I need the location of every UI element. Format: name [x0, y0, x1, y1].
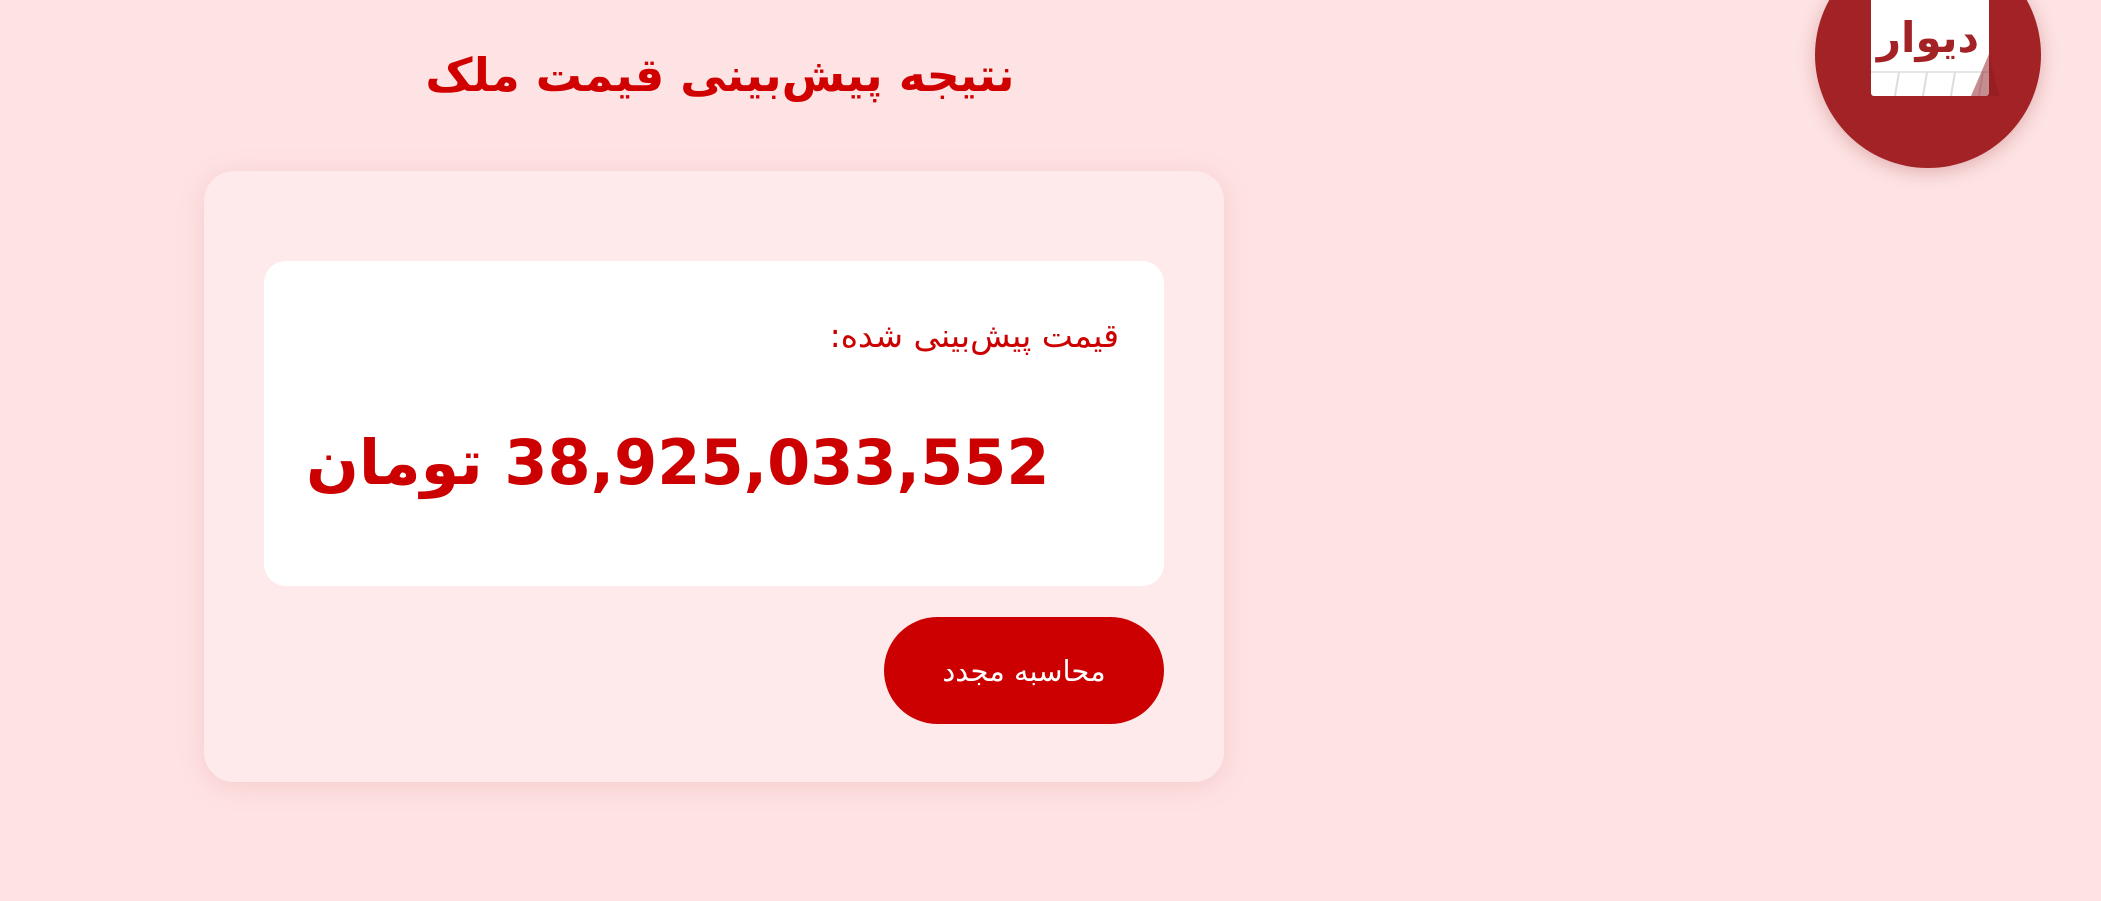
divar-logo-icon: دیوار — [1871, 0, 1999, 97]
predicted-price-value: 38,925,033,552 تومان — [306, 426, 1050, 499]
price-box: قیمت پیش‌بینی شده: 38,925,033,552 تومان — [264, 261, 1164, 586]
predicted-price-label: قیمت پیش‌بینی شده: — [829, 316, 1119, 355]
recalculate-button[interactable]: محاسبه مجدد — [884, 617, 1164, 724]
divar-logo[interactable]: دیوار — [1815, 0, 2041, 168]
logo-text: دیوار — [1875, 13, 1979, 63]
result-card: قیمت پیش‌بینی شده: 38,925,033,552 تومان … — [204, 171, 1224, 782]
page-title: نتیجه پیش‌بینی قیمت ملک — [425, 48, 1015, 102]
